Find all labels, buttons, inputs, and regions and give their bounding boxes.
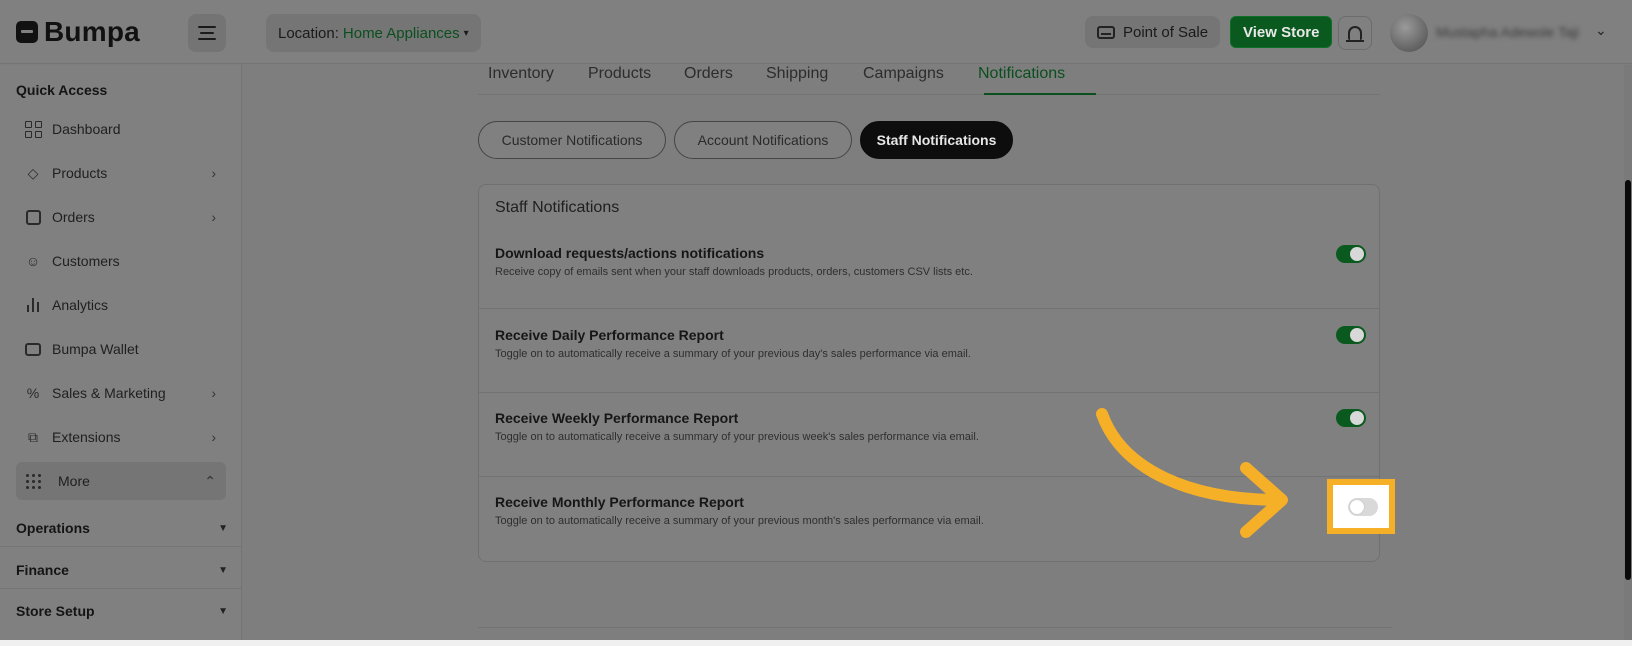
- sidebar-item-sales-marketing[interactable]: % Sales & Marketing ›: [16, 374, 226, 412]
- row-title: Receive Weekly Performance Report: [495, 410, 739, 426]
- sidebar-item-more[interactable]: More ⌃: [16, 462, 226, 500]
- location-label: Location:: [278, 24, 339, 42]
- row-description: Toggle on to automatically receive a sum…: [495, 515, 984, 527]
- weekly-report-toggle[interactable]: [1336, 409, 1366, 427]
- sidebar-item-extensions[interactable]: ⧉ Extensions ›: [16, 418, 226, 456]
- tab-notifications[interactable]: Notifications: [978, 65, 1065, 95]
- sidebar-item-orders[interactable]: Orders ›: [16, 198, 226, 236]
- card-title: Staff Notifications: [495, 199, 620, 216]
- notification-row: Receive Daily Performance Report Toggle …: [479, 309, 1379, 393]
- customers-icon: ☺: [25, 253, 41, 269]
- caret-down-icon: ▼: [218, 522, 228, 534]
- logo-text: Bumpa: [44, 16, 140, 47]
- sidebar: Quick Access Dashboard ◇ Products › Orde…: [0, 65, 242, 640]
- user-avatar[interactable]: [1390, 14, 1428, 52]
- wallet-icon: [24, 340, 42, 358]
- location-selector[interactable]: Location: Home Appliances ▾: [266, 14, 481, 52]
- caret-down-icon: ▼: [218, 564, 228, 576]
- download-notifications-toggle[interactable]: [1336, 245, 1366, 263]
- pos-label: Point of Sale: [1123, 23, 1209, 41]
- row-description: Receive copy of emails sent when your st…: [495, 266, 973, 278]
- tab-shipping[interactable]: Shipping: [766, 65, 828, 95]
- chevron-right-icon: ›: [211, 385, 216, 401]
- settings-tabs: Inventory Products Orders Shipping Campa…: [478, 65, 1380, 95]
- chevron-down-icon[interactable]: ⌄: [1595, 22, 1607, 39]
- row-title: Download requests/actions notifications: [495, 245, 765, 261]
- sidebar-item-products[interactable]: ◇ Products ›: [16, 154, 226, 192]
- chevron-right-icon: ›: [211, 209, 216, 225]
- extensions-icon: ⧉: [28, 428, 38, 445]
- view-store-button[interactable]: View Store: [1230, 16, 1333, 48]
- tag-icon: ◇: [27, 164, 39, 181]
- subtab-account-notifications[interactable]: Account Notifications: [674, 121, 852, 159]
- location-value: Home Appliances: [342, 24, 460, 42]
- sidebar-item-bumpa-wallet[interactable]: Bumpa Wallet: [16, 330, 226, 368]
- bottom-strip: [0, 640, 1632, 646]
- tab-products[interactable]: Products: [588, 65, 651, 95]
- notification-row: Download requests/actions notifications …: [479, 225, 1379, 309]
- caret-down-icon: ▼: [218, 605, 228, 617]
- caret-down-icon: ▾: [463, 27, 469, 39]
- monthly-report-toggle[interactable]: [1348, 498, 1378, 516]
- tab-inventory[interactable]: Inventory: [488, 65, 554, 95]
- sidebar-group-finance[interactable]: Finance ▼: [16, 562, 228, 578]
- bumpa-logo[interactable]: Bumpa: [16, 16, 140, 48]
- main-content: Inventory Products Orders Shipping Campa…: [243, 65, 1632, 640]
- sidebar-item-customers[interactable]: ☺ Customers: [16, 242, 226, 280]
- daily-report-toggle[interactable]: [1336, 326, 1366, 344]
- row-title: Receive Daily Performance Report: [495, 327, 724, 343]
- row-title: Receive Monthly Performance Report: [495, 494, 744, 510]
- row-description: Toggle on to automatically receive a sum…: [495, 348, 971, 360]
- bumpa-logo-icon: [16, 21, 38, 43]
- percent-icon: %: [26, 385, 40, 401]
- content-divider: [478, 627, 1392, 628]
- sidebar-divider: [0, 546, 241, 547]
- analytics-icon: [24, 296, 42, 314]
- notifications-bell-button[interactable]: [1338, 16, 1372, 50]
- chevron-right-icon: ›: [211, 429, 216, 445]
- sidebar-item-analytics[interactable]: Analytics: [16, 286, 226, 324]
- sidebar-divider: [0, 588, 241, 589]
- monthly-report-toggle-highlight: [1327, 479, 1395, 534]
- hamburger-menu-button[interactable]: [188, 14, 226, 52]
- active-tab-indicator: [984, 93, 1096, 95]
- tab-campaigns[interactable]: Campaigns: [863, 65, 944, 95]
- dashboard-icon: [24, 120, 42, 138]
- point-of-sale-button[interactable]: Point of Sale: [1085, 16, 1221, 48]
- subtab-customer-notifications[interactable]: Customer Notifications: [478, 121, 666, 159]
- chevron-right-icon: ›: [211, 165, 216, 181]
- pos-terminal-icon: [1097, 25, 1115, 39]
- row-description: Toggle on to automatically receive a sum…: [495, 431, 979, 443]
- annotation-arrow: [1096, 408, 1288, 538]
- more-dots-icon: [24, 472, 42, 490]
- quick-access-heading: Quick Access: [16, 82, 108, 98]
- tab-orders[interactable]: Orders: [684, 65, 733, 95]
- user-name[interactable]: Mustapha Adewole Taji: [1436, 24, 1586, 40]
- sidebar-group-operations[interactable]: Operations ▼: [16, 520, 228, 536]
- chevron-up-icon: ⌃: [204, 472, 216, 489]
- sidebar-item-dashboard[interactable]: Dashboard: [16, 110, 226, 148]
- scrollbar-thumb[interactable]: [1625, 180, 1631, 580]
- orders-icon: [24, 208, 42, 226]
- hamburger-icon: [198, 26, 216, 28]
- top-bar: Bumpa Location: Home Appliances ▾ Point …: [0, 0, 1632, 64]
- subtab-staff-notifications[interactable]: Staff Notifications: [860, 121, 1013, 159]
- sidebar-group-store-setup[interactable]: Store Setup ▼: [16, 603, 228, 619]
- bell-icon: [1346, 26, 1364, 42]
